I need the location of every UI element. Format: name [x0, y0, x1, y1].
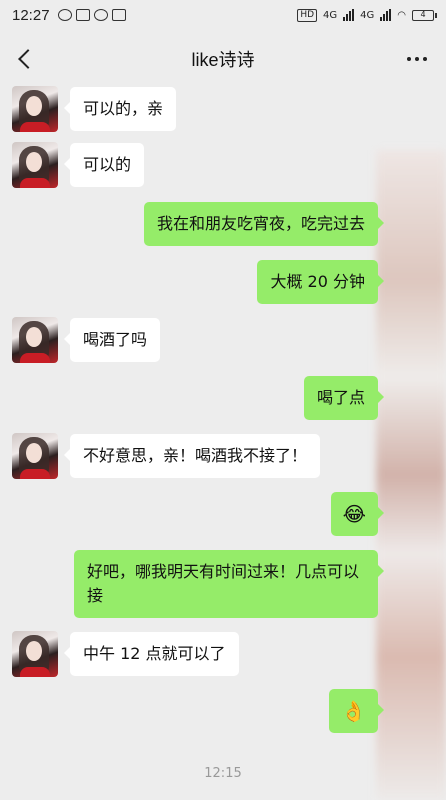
- avatar[interactable]: [12, 631, 58, 677]
- message-bubble[interactable]: 可以的: [63, 143, 145, 187]
- message-bubble[interactable]: 喝了点: [303, 376, 385, 420]
- message-bubble[interactable]: 中午 12 点就可以了: [64, 632, 239, 676]
- avatar[interactable]: [12, 86, 58, 132]
- chat-area: 可以的，亲 可以的 我在和朋友吃宵夜，吃完过去 大概 20 分钟 喝酒了吗 喝了…: [0, 0, 446, 800]
- message-outgoing: 大概 20 分钟: [257, 260, 384, 304]
- message-bubble[interactable]: 我在和朋友吃宵夜，吃完过去: [143, 202, 385, 246]
- message-bubble[interactable]: 大概 20 分钟: [257, 260, 384, 304]
- message-outgoing: 😂: [330, 492, 385, 536]
- message-bubble[interactable]: 不好意思，亲！喝酒我不接了！: [63, 434, 321, 478]
- message-incoming: 可以的，亲: [12, 86, 177, 132]
- message-incoming: 可以的: [12, 142, 145, 188]
- avatar[interactable]: [12, 317, 58, 363]
- message-outgoing: 喝了点: [303, 376, 385, 420]
- message-bubble[interactable]: 可以的，亲: [63, 87, 177, 131]
- emoji-bubble[interactable]: 😂: [330, 492, 385, 536]
- message-outgoing: 好吧，哪我明天有时间过来！几点可以接: [74, 550, 384, 618]
- avatar[interactable]: [12, 433, 58, 479]
- message-incoming: 不好意思，亲！喝酒我不接了！: [12, 433, 321, 479]
- message-bubble[interactable]: 好吧，哪我明天有时间过来！几点可以接: [74, 550, 384, 618]
- message-incoming: 中午 12 点就可以了: [12, 631, 239, 677]
- message-bubble[interactable]: 喝酒了吗: [63, 318, 161, 362]
- chat-timestamp: 12:15: [204, 766, 242, 781]
- avatar[interactable]: [12, 142, 58, 188]
- message-outgoing: 👌: [329, 689, 384, 733]
- message-outgoing: 我在和朋友吃宵夜，吃完过去: [143, 202, 385, 246]
- emoji-bubble[interactable]: 👌: [329, 689, 384, 733]
- message-incoming: 喝酒了吗: [12, 317, 161, 363]
